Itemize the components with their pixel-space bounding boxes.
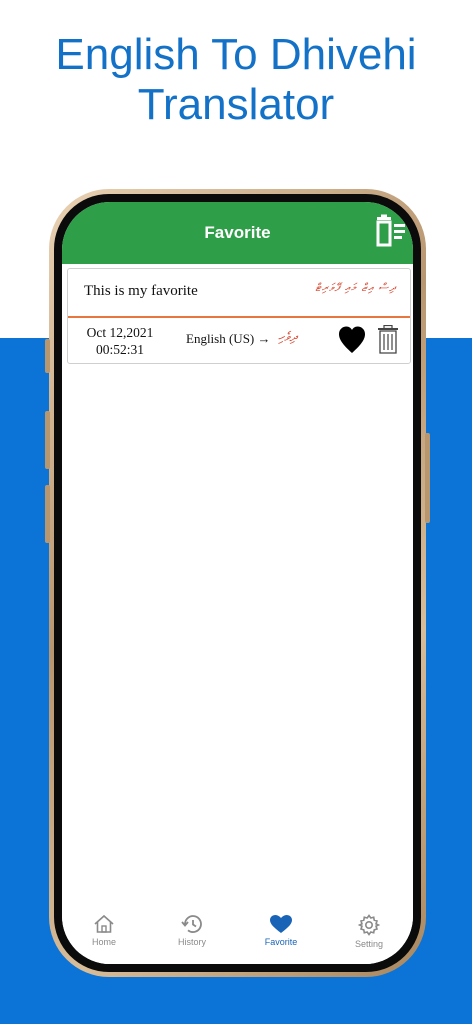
tab-home[interactable]: Home [69,914,139,947]
tab-setting[interactable]: Setting [334,914,404,949]
favorite-time: 00:52:31 [95,342,144,357]
tab-history-label: History [177,937,206,947]
favorite-card[interactable]: This is my favorite ދިސް އިޒް މައި ފޭވަރ… [67,268,411,364]
source-language: English (US) → [186,331,271,346]
delete-favorite-button[interactable] [377,324,399,355]
phone-frame: Favorite This is my favorite ދިސް އިޒް މ… [45,189,430,977]
header-title: Favorite [204,223,271,242]
history-icon [181,915,202,933]
target-language: ދިވެހި [278,330,297,345]
power-button [425,433,430,523]
promo-headline: English To Dhivehi Translator [0,30,472,130]
tab-setting-label: Setting [354,939,384,949]
tab-home-label: Home [91,937,116,947]
favorite-toggle-button[interactable] [338,325,366,355]
heart-icon [270,915,292,933]
trash-list-icon [376,214,405,247]
promo-title-line1: English To Dhivehi [55,30,417,79]
favorite-timestamp: Oct 12,2021 00:52:31 [84,324,156,358]
volume-down-button [45,485,50,543]
translated-text: ދިސް އިޒް މައި ފޭވަރިޓް [315,281,396,294]
tab-favorite[interactable]: Favorite [246,914,316,947]
favorite-date: Oct 12,2021 [86,325,154,340]
favorite-text-row: This is my favorite ދިސް އިޒް މައި ފޭވަރ… [68,269,410,318]
promo-title-line2: Translator [137,80,335,129]
tab-favorite-label: Favorite [264,937,298,947]
volume-up-button [45,411,50,469]
source-text: This is my favorite [84,283,198,299]
home-icon [94,914,114,933]
phone-side-button [45,339,50,373]
trash-icon [378,324,398,354]
tab-history[interactable]: History [157,914,227,947]
app-screen: Favorite This is my favorite ދިސް އިޒް މ… [62,202,413,964]
clear-favorites-button[interactable] [373,214,409,248]
bottom-tab-bar: Home History Favorite Setting [62,902,413,964]
app-header: Favorite [62,202,413,264]
phone-bezel: Favorite This is my favorite ދިސް އިޒް މ… [54,194,421,972]
gear-icon [358,914,380,936]
heart-icon [339,326,365,353]
